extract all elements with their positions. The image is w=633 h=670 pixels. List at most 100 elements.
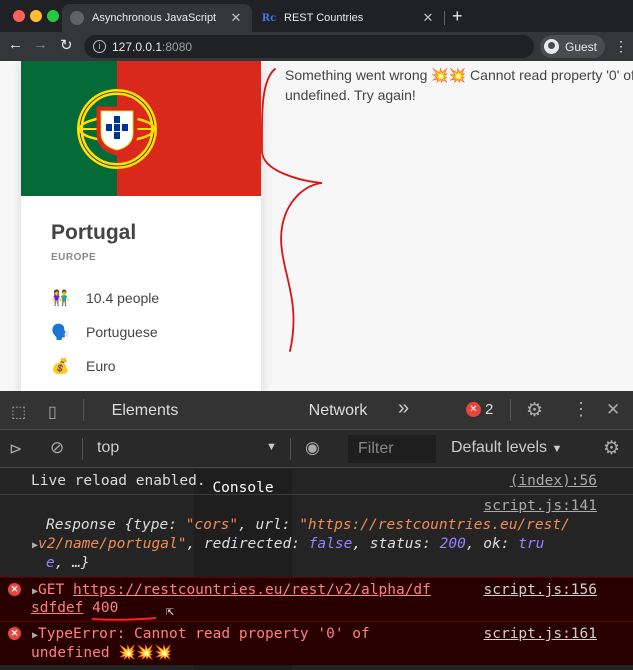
error-message: Something went wrong 💥💥 Cannot read prop…	[285, 67, 633, 103]
browser-toolbar: ← → ↻ i 127.0.0.1:8080 Guest ⋮	[0, 32, 633, 61]
ellipsis: …}	[72, 555, 90, 571]
request-url-part1[interactable]: https://restcountries.eu/rest/v2/alpha/d…	[73, 582, 431, 598]
error-badge-icon[interactable]: ✕	[466, 402, 481, 417]
divider	[0, 494, 633, 495]
response-object-line1[interactable]: Response {type: "cors", url: "https://re…	[46, 517, 570, 533]
error-line1[interactable]: ▶TypeError: Cannot read property '0' of	[32, 626, 370, 642]
clear-console-icon[interactable]: ⊘	[50, 438, 64, 458]
close-devtools-icon[interactable]: ✕	[606, 400, 620, 420]
divider	[510, 399, 511, 421]
divider	[290, 438, 291, 460]
console-error-message: ✕ script.js:161 ▶TypeError: Cannot read …	[0, 621, 633, 665]
context-selector[interactable]: top	[97, 439, 119, 457]
mouse-cursor-icon: ⇱	[166, 604, 174, 619]
message-text: Live reload enabled.	[31, 473, 206, 489]
status-value: 200	[439, 536, 466, 552]
log-levels-label: Default levels	[451, 439, 548, 456]
chevron-down-icon[interactable]: ▼	[266, 441, 277, 453]
request-url-part2[interactable]: sdfdef	[31, 600, 83, 616]
rest-countries-favicon: Rc	[261, 12, 277, 24]
money-bag-icon: 💰	[51, 358, 70, 375]
info-icon[interactable]: i	[93, 40, 106, 53]
profile-button[interactable]: Guest	[540, 35, 605, 58]
population-value: 10.4 people	[86, 290, 160, 306]
currency-value: Euro	[86, 358, 116, 374]
tab-asynchronous-javascript[interactable]: Asynchronous JavaScript ✕	[62, 4, 252, 32]
country-card: Portugal EUROPE 👫 10.4 people 🗣️ Portugu…	[21, 61, 261, 391]
status-code: 400	[92, 600, 119, 616]
inspect-element-icon[interactable]: ⬚	[11, 402, 26, 422]
url-host: 127.0.0.1	[112, 39, 163, 54]
people-icon: 👫	[51, 290, 70, 307]
settings-gear-icon[interactable]: ⚙	[526, 399, 543, 422]
avatar-icon	[544, 39, 559, 54]
eye-icon[interactable]: ◉	[305, 438, 320, 458]
tab-title: Asynchronous JavaScript	[92, 12, 217, 24]
response-type-name: Response	[46, 517, 116, 533]
redirected-value: false	[308, 536, 353, 552]
response-url-part1: "https://restcountries.eu/rest/	[299, 517, 570, 533]
browser-tab-bar: Asynchronous JavaScript ✕ Rc REST Countr…	[0, 0, 633, 32]
tab-network[interactable]: Network	[292, 391, 384, 430]
page-viewport: Portugal EUROPE 👫 10.4 people 🗣️ Portugu…	[0, 61, 633, 391]
globe-icon	[70, 11, 84, 25]
new-tab-button[interactable]: +	[452, 6, 463, 27]
maximize-window-button[interactable]	[47, 10, 59, 22]
tab-title: REST Countries	[284, 12, 364, 24]
reload-icon[interactable]: ↻	[60, 36, 73, 54]
speaking-head-icon: 🗣️	[51, 324, 70, 341]
source-link[interactable]: (index):56	[510, 473, 597, 489]
response-object-line2[interactable]: ▶v2/name/portugal", redirected: false, s…	[32, 536, 544, 552]
divider	[82, 438, 83, 460]
profile-label: Guest	[565, 39, 598, 54]
country-name: Portugal	[51, 221, 137, 244]
device-toolbar-icon[interactable]: ▯	[48, 402, 57, 422]
console-filter-bar: ⊳ ⊘ top ▼ ◉ Filter Default levels ▼ ⚙	[0, 430, 633, 468]
error-icon: ✕	[8, 627, 21, 640]
error-line2: undefined 💥💥💥	[31, 645, 173, 661]
error-count[interactable]: 2	[485, 401, 493, 418]
console-output: Live reload enabled. (index):56 script.j…	[0, 469, 633, 670]
source-link[interactable]: script.js:156	[484, 582, 598, 598]
tab-rest-countries[interactable]: Rc REST Countries ✕	[254, 4, 444, 32]
response-object-line3: e, …}	[46, 555, 90, 571]
divider	[83, 399, 84, 421]
close-window-button[interactable]	[13, 10, 25, 22]
source-link[interactable]: script.js:141	[484, 498, 598, 514]
more-tabs-icon[interactable]: »	[398, 397, 409, 420]
url-port: :8080	[162, 39, 193, 54]
country-region: EUROPE	[51, 252, 97, 263]
console-message: Live reload enabled. (index):56	[0, 473, 633, 495]
address-bar[interactable]: i 127.0.0.1:8080	[84, 35, 534, 58]
ok-value-part2: e	[46, 555, 55, 571]
error-icon: ✕	[8, 583, 21, 596]
sidebar-toggle-icon[interactable]: ⊳	[9, 439, 22, 459]
source-link[interactable]: script.js:161	[484, 626, 598, 642]
tab-elements[interactable]: Elements	[96, 391, 194, 430]
browser-menu-icon[interactable]: ⋮	[614, 38, 628, 55]
console-error-message: ✕ script.js:156 ▶GET https://restcountri…	[0, 577, 633, 621]
error-line1[interactable]: ▶GET https://restcountries.eu/rest/v2/al…	[32, 582, 431, 598]
population-row: 👫 10.4 people	[51, 289, 159, 307]
console-settings-gear-icon[interactable]: ⚙	[603, 437, 620, 460]
devtools-panel: ⬚ ▯ Elements Console Network » ✕ 2 ⚙ ⋮ ✕…	[0, 391, 633, 670]
type-error-text-part1: TypeError: Cannot read property '0' of	[38, 626, 370, 642]
response-url-part2: v2/name/portugal"	[38, 536, 187, 552]
ok-value-part1: tru	[518, 536, 545, 552]
tab-divider	[444, 11, 445, 25]
close-icon[interactable]: ✕	[420, 10, 436, 26]
language-row: 🗣️ Portuguese	[51, 323, 158, 341]
console-filter-input[interactable]: Filter	[348, 435, 436, 463]
log-levels-dropdown[interactable]: Default levels ▼	[451, 439, 562, 457]
minimize-window-button[interactable]	[30, 10, 42, 22]
error-line2: sdfdef 400	[31, 600, 118, 616]
forward-arrow-icon[interactable]: →	[33, 36, 48, 53]
devtools-tab-bar: ⬚ ▯ Elements Console Network » ✕ 2 ⚙ ⋮ ✕	[0, 391, 633, 670]
close-icon[interactable]: ✕	[228, 10, 244, 26]
back-arrow-icon[interactable]: ←	[8, 36, 23, 53]
more-options-icon[interactable]: ⋮	[572, 399, 590, 420]
portugal-flag	[21, 61, 261, 196]
chevron-down-icon: ▼	[551, 443, 563, 455]
screen: Asynchronous JavaScript ✕ Rc REST Countr…	[0, 0, 633, 670]
language-value: Portuguese	[86, 324, 158, 340]
